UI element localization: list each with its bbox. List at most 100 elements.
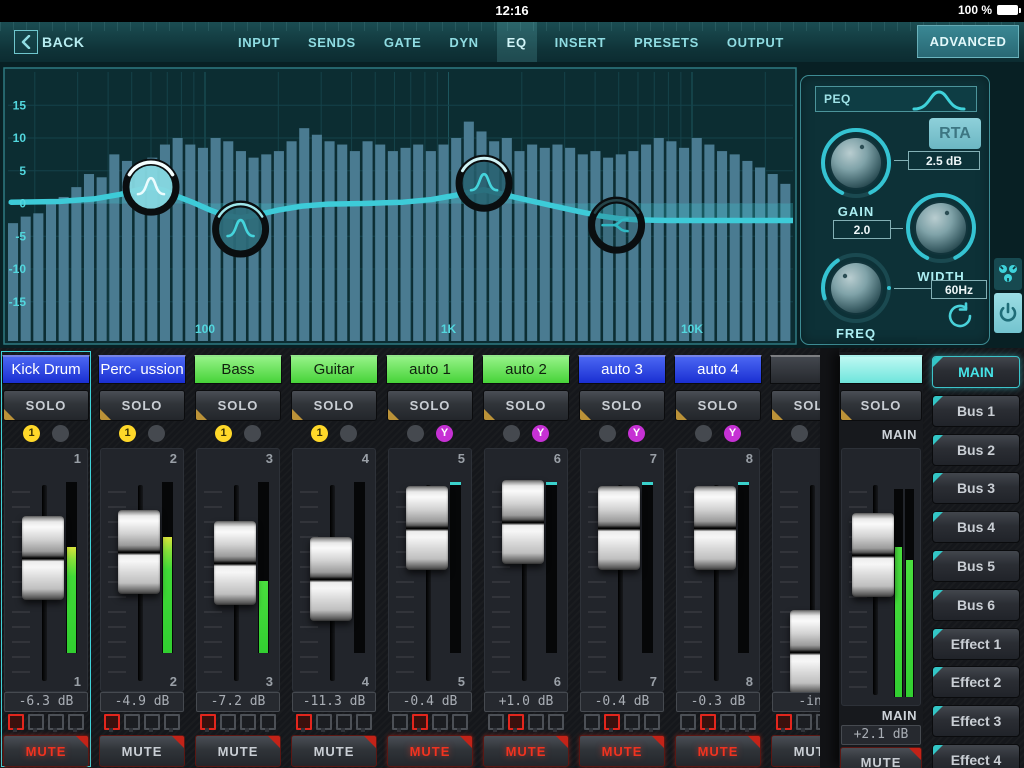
- back-button[interactable]: BACK: [14, 22, 84, 62]
- channel-label[interactable]: auto 4: [674, 355, 762, 384]
- master-solo-button[interactable]: SOLO: [840, 390, 922, 421]
- mixer-view-button[interactable]: [994, 258, 1022, 290]
- mute-button[interactable]: MUTE: [579, 735, 665, 767]
- bus-button-main[interactable]: MAIN: [932, 356, 1020, 388]
- solo-button[interactable]: SOLO: [3, 390, 89, 421]
- assign-indicator-active[interactable]: [508, 714, 524, 732]
- channel-label[interactable]: Guitar: [290, 355, 378, 384]
- fader-handle[interactable]: [502, 480, 544, 565]
- bus-button-effect-2[interactable]: Effect 2: [932, 666, 1020, 699]
- assign-indicator[interactable]: [220, 714, 236, 732]
- assign-indicator[interactable]: [796, 714, 812, 732]
- eq-type-select[interactable]: PEQ: [815, 86, 977, 112]
- assign-indicator[interactable]: [316, 714, 332, 732]
- reset-button[interactable]: [939, 296, 981, 336]
- bus-button-bus-1[interactable]: Bus 1: [932, 394, 1020, 427]
- assign-indicator[interactable]: [28, 714, 44, 732]
- assign-indicator[interactable]: [740, 714, 756, 732]
- fader-handle[interactable]: [118, 509, 160, 594]
- tab-sends[interactable]: SENDS: [298, 22, 366, 62]
- solo-button[interactable]: SOLO: [579, 390, 665, 421]
- fader-handle[interactable]: [22, 515, 64, 600]
- eq-band-handle-1[interactable]: [122, 158, 180, 216]
- channel-label[interactable]: Perc- ussion: [98, 355, 186, 384]
- assign-indicator-active[interactable]: [776, 714, 792, 732]
- power-button[interactable]: [994, 293, 1022, 333]
- bus-button-effect-1[interactable]: Effect 1: [932, 627, 1020, 660]
- assign-indicator[interactable]: [452, 714, 468, 732]
- assign-indicator-active[interactable]: [412, 714, 428, 732]
- rta-button[interactable]: RTA: [929, 118, 981, 149]
- master-mute-button[interactable]: MUTE: [840, 747, 922, 768]
- solo-button[interactable]: SOLO: [675, 390, 761, 421]
- tab-insert[interactable]: INSERT: [545, 22, 616, 62]
- bus-button-bus-5[interactable]: Bus 5: [932, 549, 1020, 582]
- fader-handle[interactable]: [310, 537, 352, 622]
- assign-indicator[interactable]: [644, 714, 660, 732]
- eq-band-handle-2[interactable]: [212, 200, 270, 258]
- assign-indicator-active[interactable]: [604, 714, 620, 732]
- assign-indicator-active[interactable]: [8, 714, 24, 732]
- assign-indicator[interactable]: [624, 714, 640, 732]
- assign-indicator[interactable]: [432, 714, 448, 732]
- tab-output[interactable]: OUTPUT: [717, 22, 794, 62]
- width-knob[interactable]: [903, 190, 979, 266]
- bus-button-bus-4[interactable]: Bus 4: [932, 511, 1020, 544]
- eq-band-handle-3[interactable]: [455, 154, 513, 212]
- assign-indicator[interactable]: [584, 714, 600, 732]
- bus-button-bus-2[interactable]: Bus 2: [932, 433, 1020, 466]
- solo-button[interactable]: SOLO: [483, 390, 569, 421]
- fader-handle[interactable]: [214, 521, 256, 606]
- assign-indicator[interactable]: [680, 714, 696, 732]
- freq-knob[interactable]: [818, 250, 894, 326]
- tab-dyn[interactable]: DYN: [439, 22, 488, 62]
- bus-button-bus-6[interactable]: Bus 6: [932, 588, 1020, 621]
- assign-indicator[interactable]: [488, 714, 504, 732]
- solo-button[interactable]: SOLO: [195, 390, 281, 421]
- mute-button[interactable]: MUTE: [387, 735, 473, 767]
- mute-button[interactable]: MUTE: [291, 735, 377, 767]
- tab-input[interactable]: INPUT: [228, 22, 290, 62]
- assign-indicator[interactable]: [528, 714, 544, 732]
- tab-gate[interactable]: GATE: [374, 22, 432, 62]
- fader-handle[interactable]: [694, 486, 736, 571]
- channel-label[interactable]: auto 2: [482, 355, 570, 384]
- gain-value[interactable]: 2.5 dB: [908, 151, 980, 170]
- mute-button[interactable]: MUTE: [99, 735, 185, 767]
- channel-label[interactable]: Bass: [194, 355, 282, 384]
- bus-button-bus-3[interactable]: Bus 3: [932, 472, 1020, 505]
- eq-band-handle-4[interactable]: [588, 196, 646, 254]
- master-label[interactable]: [839, 355, 923, 384]
- assign-indicator[interactable]: [260, 714, 276, 732]
- solo-button[interactable]: SOLO: [99, 390, 185, 421]
- bus-button-effect-3[interactable]: Effect 3: [932, 705, 1020, 738]
- assign-indicator-active[interactable]: [296, 714, 312, 732]
- solo-button[interactable]: SOLO: [291, 390, 377, 421]
- mute-button[interactable]: MUTE: [195, 735, 281, 767]
- assign-indicator[interactable]: [336, 714, 352, 732]
- assign-indicator[interactable]: [48, 714, 64, 732]
- bus-button-effect-4[interactable]: Effect 4: [932, 743, 1020, 768]
- mute-button[interactable]: MUTE: [675, 735, 761, 767]
- mute-button[interactable]: MUTE: [3, 735, 89, 767]
- assign-indicator-active[interactable]: [700, 714, 716, 732]
- assign-indicator-active[interactable]: [104, 714, 120, 732]
- assign-indicator[interactable]: [240, 714, 256, 732]
- solo-button[interactable]: SOLO: [387, 390, 473, 421]
- assign-indicator[interactable]: [164, 714, 180, 732]
- tab-presets[interactable]: PRESETS: [624, 22, 709, 62]
- assign-indicator[interactable]: [144, 714, 160, 732]
- assign-indicator[interactable]: [68, 714, 84, 732]
- channel-label[interactable]: auto 3: [578, 355, 666, 384]
- assign-indicator[interactable]: [356, 714, 372, 732]
- gain-knob[interactable]: [818, 125, 894, 201]
- assign-indicator[interactable]: [720, 714, 736, 732]
- channel-label[interactable]: Kick Drum: [2, 355, 90, 384]
- advanced-button[interactable]: ADVANCED: [917, 25, 1019, 58]
- tab-eq[interactable]: EQ: [496, 22, 537, 62]
- assign-indicator[interactable]: [392, 714, 408, 732]
- fader-handle[interactable]: [406, 486, 448, 571]
- assign-indicator[interactable]: [548, 714, 564, 732]
- width-value[interactable]: 2.0: [833, 220, 891, 239]
- mute-button[interactable]: MUTE: [483, 735, 569, 767]
